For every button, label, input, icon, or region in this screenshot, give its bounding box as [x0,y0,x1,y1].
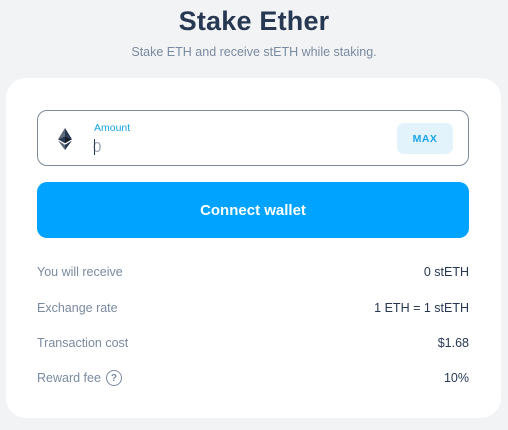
stake-card: Amount MAX Connect wallet You will recei… [6,78,501,418]
page-title: Stake Ether [178,6,330,36]
info-value: $1.68 [437,336,469,350]
amount-input[interactable] [93,137,373,157]
info-row-you-will-receive: You will receive 0 stETH [37,263,469,281]
info-label: Transaction cost [37,336,129,350]
info-value: 1 ETH = 1 stETH [374,301,469,315]
info-row-reward-fee: Reward fee ? 10% [37,369,469,387]
info-row-transaction-cost: Transaction cost $1.68 [37,334,469,352]
connect-wallet-button[interactable]: Connect wallet [37,182,469,238]
text-caret [94,139,95,155]
amount-label: Amount [94,122,131,134]
info-row-exchange-rate: Exchange rate 1 ETH = 1 stETH [37,299,469,317]
max-button[interactable]: MAX [397,123,453,154]
info-value: 10% [443,371,469,385]
info-label: Reward fee [37,371,101,385]
info-label: Exchange rate [37,301,118,315]
amount-field[interactable]: Amount MAX [37,110,469,166]
info-label: You will receive [37,265,123,279]
info-value: 0 stETH [423,265,469,279]
page-subtitle: Stake ETH and receive stETH while stakin… [131,45,377,59]
info-label-reward-fee: Reward fee ? [37,370,122,386]
ethereum-icon [58,128,72,150]
help-icon[interactable]: ? [105,370,122,386]
